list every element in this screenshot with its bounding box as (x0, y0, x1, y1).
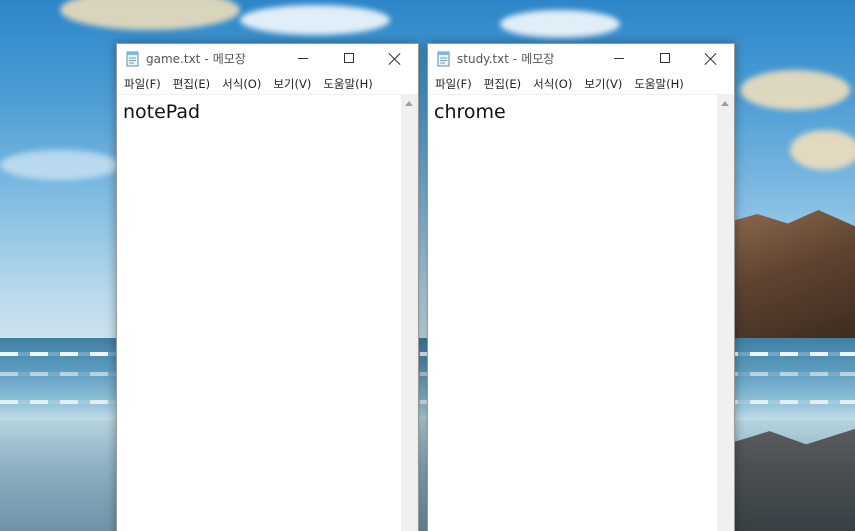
title-bar[interactable]: game.txt - 메모장 (117, 44, 418, 73)
window-title-app: 메모장 (521, 52, 555, 66)
minimize-button[interactable] (280, 44, 326, 73)
editor-content: notePad (123, 101, 201, 123)
notepad-icon[interactable] (436, 51, 452, 67)
window-title-file: study.txt (457, 51, 509, 66)
caption-buttons (280, 44, 418, 73)
menu-view[interactable]: 보기(V) (579, 76, 629, 92)
maximize-icon (660, 53, 670, 63)
scroll-up-arrow-icon[interactable] (721, 101, 729, 106)
text-editor-area[interactable]: notePad (117, 95, 401, 531)
vertical-scrollbar[interactable] (401, 95, 418, 531)
notepad-icon[interactable] (125, 51, 141, 67)
menu-file[interactable]: 파일(F) (430, 76, 479, 92)
wallpaper-cloud (0, 150, 120, 180)
title-bar[interactable]: study.txt - 메모장 (428, 44, 734, 73)
minimize-button[interactable] (596, 44, 642, 73)
minimize-icon (298, 58, 308, 59)
close-button[interactable] (372, 44, 418, 73)
close-button[interactable] (688, 44, 734, 73)
window-title-separator: - (512, 51, 518, 66)
maximize-button[interactable] (326, 44, 372, 73)
wallpaper-cloud (240, 5, 390, 35)
caption-buttons (596, 44, 734, 73)
wallpaper-cloud (790, 130, 855, 170)
menu-edit[interactable]: 편집(E) (479, 76, 528, 92)
window-title-app: 메모장 (212, 52, 246, 66)
notepad-window-study[interactable]: study.txt - 메모장 파일(F) 편집(E) 서식(O) 보기(V) … (427, 43, 735, 531)
wallpaper-cloud (500, 10, 620, 38)
notepad-window-game[interactable]: game.txt - 메모장 파일(F) 편집(E) 서식(O) 보기(V) 도… (116, 43, 419, 531)
menu-help[interactable]: 도움말(H) (318, 76, 379, 92)
editor-content: chrome (434, 101, 506, 123)
text-editor-area[interactable]: chrome (428, 95, 717, 531)
menu-help[interactable]: 도움말(H) (629, 76, 690, 92)
vertical-scrollbar[interactable] (717, 95, 734, 531)
wallpaper-cliff (733, 210, 855, 345)
maximize-icon (344, 53, 354, 63)
maximize-button[interactable] (642, 44, 688, 73)
wallpaper-cloud (740, 70, 850, 110)
menu-format[interactable]: 서식(O) (528, 76, 579, 92)
menu-bar: 파일(F) 편집(E) 서식(O) 보기(V) 도움말(H) (428, 73, 734, 95)
menu-bar: 파일(F) 편집(E) 서식(O) 보기(V) 도움말(H) (117, 73, 418, 95)
close-icon (704, 52, 718, 66)
scroll-up-arrow-icon[interactable] (405, 101, 413, 106)
menu-file[interactable]: 파일(F) (119, 76, 168, 92)
window-title-file: game.txt (146, 51, 201, 66)
menu-view[interactable]: 보기(V) (268, 76, 318, 92)
minimize-icon (614, 58, 624, 59)
window-title-separator: - (204, 51, 209, 66)
menu-edit[interactable]: 편집(E) (168, 76, 217, 92)
close-icon (388, 52, 402, 66)
menu-format[interactable]: 서식(O) (217, 76, 268, 92)
